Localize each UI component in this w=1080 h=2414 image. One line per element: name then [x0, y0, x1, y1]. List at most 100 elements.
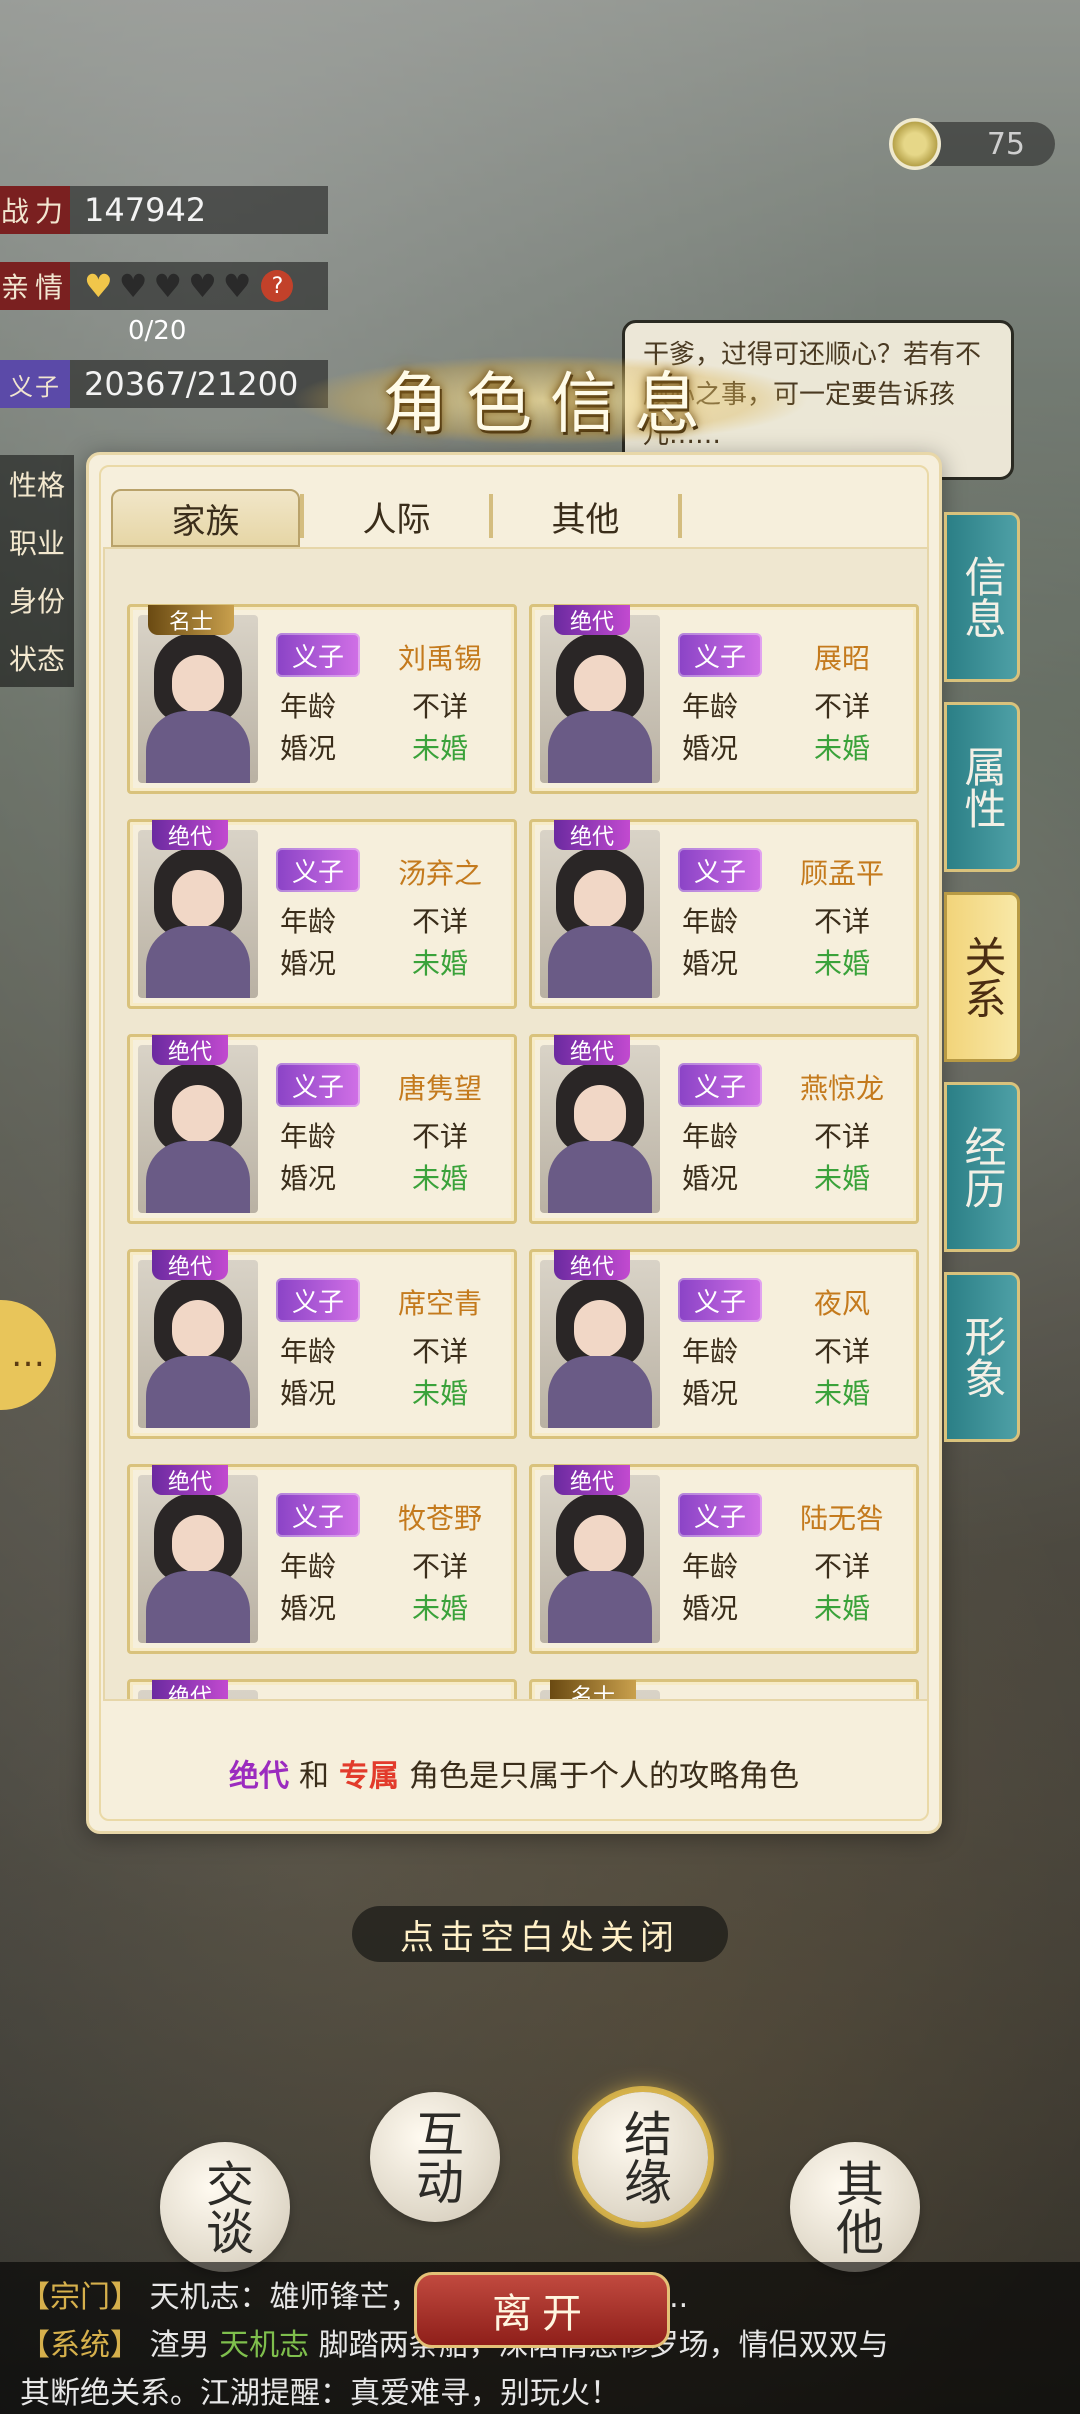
marital-label: 婚况 [682, 732, 739, 765]
marital-row: 婚况 未婚 [280, 942, 510, 982]
age-label: 年龄 [682, 1335, 739, 1368]
relation-badge: 义子 [276, 1493, 360, 1537]
age-label: 年龄 [280, 690, 337, 723]
age-row: 年龄 不详 [280, 1115, 510, 1155]
leave-button[interactable]: 离开 [414, 2272, 670, 2348]
marital-row: 婚况 未婚 [682, 942, 912, 982]
tab-other[interactable]: 其他 [493, 489, 678, 543]
rarity-ribbon: 绝代 [554, 820, 630, 850]
age-row: 年龄 不详 [682, 1330, 912, 1370]
heart-icon: ♥ [222, 267, 252, 305]
character-card[interactable]: 绝代 义子 展昭 年龄 不详 婚况 未婚 [529, 604, 919, 794]
character-card[interactable]: 绝代 义子 陆无咎 年龄 不详 婚况 未婚 [529, 1464, 919, 1654]
log-tag: 【宗门】 [20, 2280, 140, 2315]
log-line: 其断绝关系。江湖提醒：真爱难寻，别玩火！ [20, 2368, 620, 2412]
relation-badge: 义子 [678, 848, 762, 892]
marital-label: 婚况 [682, 1592, 739, 1625]
character-portrait [540, 1475, 660, 1643]
character-name: 燕惊龙 [799, 1072, 884, 1105]
character-list[interactable]: 名士 义子 刘禹锡 年龄 不详 婚况 未婚 绝代 义子 展昭 年龄 不详 婚况 未婚 绝代 义子 汤弃之 年龄 不详… [103, 547, 929, 1701]
rarity-ribbon: 绝代 [152, 820, 228, 850]
age-value: 不详 [411, 905, 468, 938]
character-card[interactable]: 绝代 义子 汤弃之 年龄 不详 婚况 未婚 [127, 819, 517, 1009]
character-portrait [138, 1260, 258, 1428]
talk-button[interactable]: 交谈 [160, 2142, 290, 2272]
relation-row: 义子 20367/21200 [0, 360, 328, 408]
affection-row: 亲情 ♥ ♥ ♥ ♥ ♥ ? [0, 262, 328, 310]
marital-value: 未婚 [813, 1162, 870, 1195]
character-card[interactable]: 绝代 义子 牧苍野 年龄 不详 婚况 未婚 [127, 1464, 517, 1654]
character-card[interactable]: 绝代 义子 席空青 年龄 不详 婚况 未婚 [127, 1249, 517, 1439]
character-card[interactable]: 绝代 义子 顾孟平 年龄 不详 婚况 未婚 [529, 819, 919, 1009]
age-label: 年龄 [280, 1550, 337, 1583]
marital-row: 婚况 未婚 [280, 1587, 510, 1627]
side-tab-attributes[interactable]: 属性 [944, 702, 1020, 872]
heart-icon: ♥ [84, 267, 113, 305]
age-value: 不详 [813, 1335, 870, 1368]
character-card[interactable]: 名士义子杜惠 [529, 1679, 919, 1699]
character-card[interactable]: 绝代义子宋钧 [127, 1679, 517, 1699]
combat-power-value: 147942 [70, 186, 328, 234]
character-name: 牧苍野 [397, 1502, 482, 1535]
side-tab-relations[interactable]: 关系 [944, 892, 1020, 1062]
other-label: 其他 [827, 2159, 883, 2255]
affection-hearts-area: ♥ ♥ ♥ ♥ ♥ ? [70, 262, 328, 310]
rarity-ribbon: 绝代 [554, 1465, 630, 1495]
character-portrait [540, 1045, 660, 1213]
tea-cup-icon [889, 118, 941, 170]
marital-value: 未婚 [813, 732, 870, 765]
character-portrait [540, 1260, 660, 1428]
side-tab-info[interactable]: 信息 [944, 512, 1020, 682]
character-card[interactable]: 绝代 义子 夜风 年龄 不详 婚况 未婚 [529, 1249, 919, 1439]
bond-button[interactable]: 结缘 [578, 2092, 708, 2222]
marital-row: 婚况 未婚 [682, 1157, 912, 1197]
help-icon[interactable]: ? [261, 270, 294, 302]
tea-counter[interactable]: 75 [889, 118, 1055, 170]
tab-social[interactable]: 人际 [304, 489, 489, 543]
age-row: 年龄 不详 [280, 685, 510, 725]
relation-badge: 义子 [678, 1278, 762, 1322]
heart-icon: ♥ [188, 267, 217, 305]
side-tab-history[interactable]: 经历 [944, 1082, 1020, 1252]
rarity-ribbon: 名士 [550, 1680, 636, 1699]
marital-row: 婚况 未婚 [280, 1372, 510, 1412]
side-tab-appearance[interactable]: 形象 [944, 1272, 1020, 1442]
marital-label: 婚况 [280, 1377, 337, 1410]
character-card[interactable]: 绝代 义子 唐隽望 年龄 不详 婚况 未婚 [127, 1034, 517, 1224]
relation-badge: 义子 [276, 1278, 360, 1322]
trait-label: 状态 [8, 643, 65, 676]
interact-button[interactable]: 互动 [370, 2092, 500, 2222]
rarity-ribbon: 绝代 [554, 1250, 630, 1280]
rarity-ribbon: 绝代 [152, 1035, 228, 1065]
marital-row: 婚况 未婚 [682, 727, 912, 767]
rarity-ribbon: 绝代 [152, 1250, 228, 1280]
trait-label: 身份 [8, 585, 65, 618]
age-value: 不详 [813, 690, 870, 723]
side-tab-label: 属性 [958, 745, 1007, 829]
side-tab-label: 关系 [958, 935, 1007, 1019]
marital-row: 婚况 未婚 [280, 727, 510, 767]
footnote-tag-peerless: 绝代 [229, 1759, 289, 1794]
marital-value: 未婚 [411, 732, 468, 765]
marital-row: 婚况 未婚 [682, 1587, 912, 1627]
bond-label: 结缘 [615, 2109, 671, 2205]
character-card[interactable]: 绝代 义子 燕惊龙 年龄 不详 婚况 未婚 [529, 1034, 919, 1224]
tab-family[interactable]: 家族 [111, 489, 300, 547]
heart-icon: ♥ [153, 267, 183, 305]
character-name: 夜风 [813, 1287, 870, 1320]
interact-label: 互动 [407, 2109, 463, 2205]
footnote-text: 角色是只属于个人的攻略角色 [409, 1759, 799, 1794]
footnote-conj: 和 [299, 1759, 329, 1794]
marital-label: 婚况 [682, 1377, 739, 1410]
character-portrait [138, 615, 258, 783]
character-card[interactable]: 名士 义子 刘禹锡 年龄 不详 婚况 未婚 [127, 604, 517, 794]
marital-value: 未婚 [411, 1377, 468, 1410]
other-button[interactable]: 其他 [790, 2142, 920, 2272]
age-row: 年龄 不详 [682, 685, 912, 725]
tab-divider [678, 494, 682, 538]
character-info-dialog: 家族 人际 其他 名士 义子 刘禹锡 年龄 不详 婚况 未婚 绝代 义子 展昭 年龄 不详 婚况 未婚 绝代… [86, 452, 942, 1834]
age-label: 年龄 [682, 905, 739, 938]
trait-label: 性格 [8, 469, 65, 502]
character-portrait [138, 1475, 258, 1643]
marital-value: 未婚 [411, 1162, 468, 1195]
